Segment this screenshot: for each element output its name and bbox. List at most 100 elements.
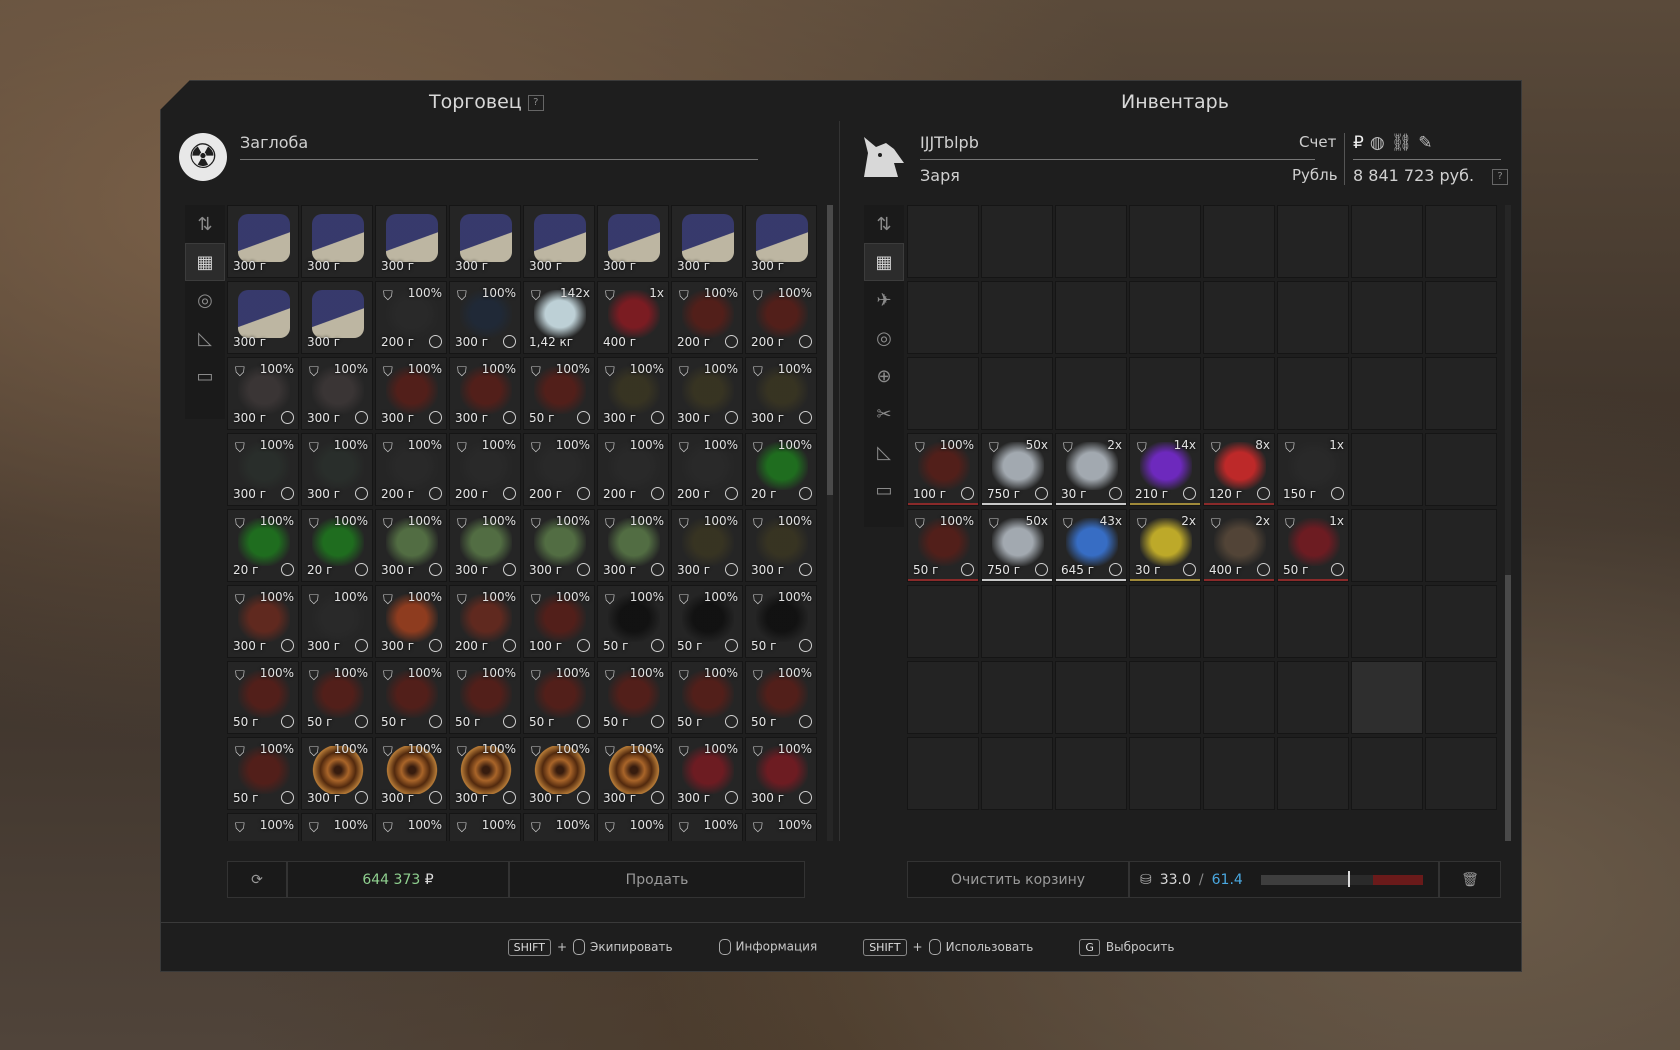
item-slot[interactable]: ⛉ 100% 50 г [301, 661, 373, 734]
empty-slot[interactable] [1425, 737, 1497, 810]
empty-slot[interactable] [1129, 661, 1201, 734]
empty-slot[interactable] [1277, 281, 1349, 354]
empty-slot[interactable] [1425, 281, 1497, 354]
item-slot[interactable]: ⛉ 100% 20 г [745, 433, 817, 506]
item-slot[interactable]: ⛉ 100% 50 г [523, 661, 595, 734]
item-slot[interactable]: ⛉ 100% 300 г [597, 737, 669, 810]
inv-grid-view-icon[interactable]: ▦ [864, 243, 904, 281]
artifact-filter-icon[interactable]: ◎ [185, 281, 225, 319]
empty-slot[interactable] [1351, 661, 1423, 734]
balance-help-icon[interactable]: ? [1492, 169, 1508, 185]
item-slot[interactable]: ⛉ 100% 200 г [375, 281, 447, 354]
item-slot[interactable]: ⛉ 14x 210 г [1129, 433, 1201, 506]
chain-icon[interactable]: ⛓ [1391, 133, 1413, 153]
sort-icon[interactable]: ⇅ [185, 205, 225, 243]
item-slot[interactable]: ⛉ 100% 300 г [597, 357, 669, 430]
item-slot[interactable]: 300 г [227, 205, 299, 278]
empty-slot[interactable] [1425, 661, 1497, 734]
empty-slot[interactable] [1425, 509, 1497, 582]
empty-slot[interactable] [1203, 281, 1275, 354]
box-icon[interactable]: ▭ [185, 357, 225, 395]
item-slot[interactable]: 300 г [301, 205, 373, 278]
item-slot[interactable]: ⛉ 100% [449, 813, 521, 841]
item-slot[interactable]: ⛉ 100% 300 г [375, 509, 447, 582]
item-slot[interactable]: ⛉ 100% 300 г [597, 509, 669, 582]
item-slot[interactable]: ⛉ 100% [227, 813, 299, 841]
empty-slot[interactable] [907, 737, 979, 810]
empty-slot[interactable] [1055, 585, 1127, 658]
item-slot[interactable]: ⛉ 1x 400 г [597, 281, 669, 354]
inventory-scrollbar[interactable] [1505, 205, 1511, 841]
item-slot[interactable]: ⛉ 2x 30 г [1129, 509, 1201, 582]
item-slot[interactable]: ⛉ 2x 30 г [1055, 433, 1127, 506]
item-slot[interactable]: ⛉ 100% 300 г [375, 585, 447, 658]
empty-slot[interactable] [1055, 661, 1127, 734]
item-slot[interactable]: 300 г [449, 205, 521, 278]
empty-slot[interactable] [907, 205, 979, 278]
item-slot[interactable]: ⛉ 100% 300 г [301, 737, 373, 810]
inventory-scroll-thumb[interactable] [1505, 575, 1511, 841]
item-slot[interactable]: 300 г [597, 205, 669, 278]
empty-slot[interactable] [1055, 357, 1127, 430]
empty-slot[interactable] [981, 205, 1053, 278]
weapon-filter-icon[interactable]: ✈ [864, 281, 904, 319]
item-slot[interactable]: ⛉ 100% [745, 813, 817, 841]
item-slot[interactable]: 300 г [301, 281, 373, 354]
empty-slot[interactable] [907, 585, 979, 658]
grid-view-icon[interactable]: ▦ [185, 243, 225, 281]
item-slot[interactable]: ⛉ 100% 20 г [301, 509, 373, 582]
item-slot[interactable]: ⛉ 100% 50 г [671, 585, 743, 658]
empty-slot[interactable] [1425, 205, 1497, 278]
item-slot[interactable]: ⛉ 100% 200 г [523, 433, 595, 506]
item-slot[interactable]: ⛉ 100% 200 г [671, 281, 743, 354]
empty-slot[interactable] [1129, 281, 1201, 354]
empty-slot[interactable] [1203, 737, 1275, 810]
ruble-icon[interactable]: ₽ [1353, 133, 1364, 153]
empty-slot[interactable] [1055, 281, 1127, 354]
tools-icon[interactable]: ✂ [864, 395, 904, 433]
item-slot[interactable]: ⛉ 100% 300 г [375, 737, 447, 810]
item-slot[interactable]: ⛉ 100% 300 г [745, 737, 817, 810]
item-slot[interactable]: ⛉ 100% 300 г [523, 737, 595, 810]
trader-scroll-thumb[interactable] [827, 205, 833, 495]
empty-slot[interactable] [907, 661, 979, 734]
empty-slot[interactable] [1351, 433, 1423, 506]
item-slot[interactable]: ⛉ 100% 300 г [671, 357, 743, 430]
item-slot[interactable]: ⛉ 100% 200 г [449, 585, 521, 658]
item-slot[interactable]: ⛉ 100% [301, 813, 373, 841]
empty-slot[interactable] [1351, 585, 1423, 658]
empty-slot[interactable] [1277, 205, 1349, 278]
item-slot[interactable]: ⛉ 142x 1,42 кг [523, 281, 595, 354]
empty-slot[interactable] [1129, 205, 1201, 278]
empty-slot[interactable] [1129, 585, 1201, 658]
item-slot[interactable]: ⛉ 100% 300 г [449, 357, 521, 430]
item-slot[interactable]: ⛉ 100% 50 г [907, 509, 979, 582]
item-slot[interactable]: ⛉ 100% 300 г [449, 737, 521, 810]
item-slot[interactable]: ⛉ 50x 750 г [981, 433, 1053, 506]
medkit-icon[interactable]: ⊕ [864, 357, 904, 395]
item-slot[interactable]: ⛉ 100% 200 г [745, 281, 817, 354]
item-slot[interactable]: ⛉ 1x 50 г [1277, 509, 1349, 582]
item-slot[interactable]: ⛉ 100% 300 г [227, 433, 299, 506]
item-slot[interactable]: ⛉ 50x 750 г [981, 509, 1053, 582]
empty-slot[interactable] [1425, 433, 1497, 506]
item-slot[interactable]: ⛉ 100% 100 г [523, 585, 595, 658]
item-slot[interactable]: ⛉ 100% 50 г [375, 661, 447, 734]
item-slot[interactable]: ⛉ 100% [671, 813, 743, 841]
item-slot[interactable]: ⛉ 100% [523, 813, 595, 841]
empty-slot[interactable] [1277, 585, 1349, 658]
empty-slot[interactable] [1129, 737, 1201, 810]
item-slot[interactable]: ⛉ 100% 50 г [745, 585, 817, 658]
clear-cart-button[interactable]: Очистить корзину [907, 861, 1129, 898]
ruble-refresh-icon[interactable]: ⟳ [227, 861, 287, 898]
sell-button[interactable]: Продать [509, 861, 805, 898]
item-slot[interactable]: ⛉ 100% 300 г [301, 433, 373, 506]
empty-slot[interactable] [1203, 205, 1275, 278]
empty-slot[interactable] [1055, 205, 1127, 278]
item-slot[interactable]: ⛉ 100% 50 г [227, 737, 299, 810]
inv-sort-icon[interactable]: ⇅ [864, 205, 904, 243]
empty-slot[interactable] [981, 661, 1053, 734]
trader-scrollbar[interactable] [827, 205, 833, 841]
empty-slot[interactable] [1055, 737, 1127, 810]
empty-slot[interactable] [1203, 357, 1275, 430]
